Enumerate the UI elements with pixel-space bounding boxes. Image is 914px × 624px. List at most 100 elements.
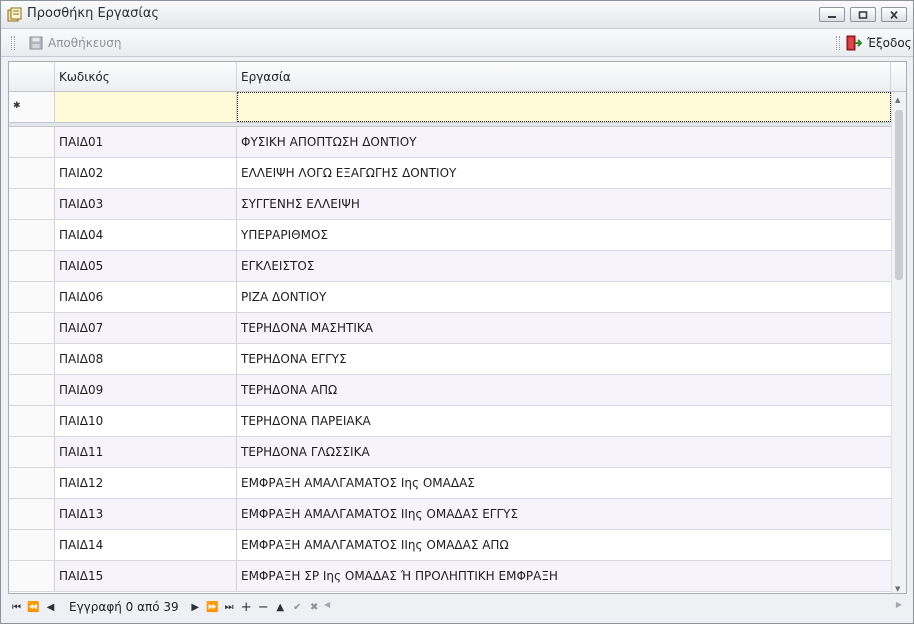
title-bar[interactable]: Προσθήκη Εργασίας bbox=[1, 1, 913, 29]
cell-code[interactable]: ΠΑΙΔ01 bbox=[55, 127, 237, 157]
cell-code[interactable]: ΠΑΙΔ15 bbox=[55, 561, 237, 591]
cell-code[interactable]: ΠΑΙΔ04 bbox=[55, 220, 237, 250]
edit-icon[interactable]: ▲ bbox=[272, 598, 289, 616]
cell-task[interactable]: ΦΥΣΙΚΗ ΑΠΟΠΤΩΣΗ ΔΟΝΤΙΟΥ bbox=[237, 127, 891, 157]
table-row[interactable]: ΠΑΙΔ07 ΤΕΡΗΔΟΝΑ ΜΑΣΗΤΙΚΑ bbox=[9, 313, 891, 344]
table-row[interactable]: ΠΑΙΔ01 ΦΥΣΙΚΗ ΑΠΟΠΤΩΣΗ ΔΟΝΤΙΟΥ bbox=[9, 127, 891, 158]
cell-task[interactable]: ΡΙΖΑ ΔΟΝΤΙΟΥ bbox=[237, 282, 891, 312]
row-indicator[interactable] bbox=[9, 406, 55, 436]
table-row[interactable]: ΠΑΙΔ06 ΡΙΖΑ ΔΟΝΤΙΟΥ bbox=[9, 282, 891, 313]
cell-code[interactable]: ΠΑΙΔ11 bbox=[55, 437, 237, 467]
row-indicator[interactable] bbox=[9, 313, 55, 343]
cell-code[interactable]: ΠΑΙΔ08 bbox=[55, 344, 237, 374]
new-row-indicator: ✱ bbox=[9, 92, 55, 122]
table-row[interactable]: ΠΑΙΔ08 ΤΕΡΗΔΟΝΑ ΕΓΓΥΣ bbox=[9, 344, 891, 375]
row-indicator[interactable] bbox=[9, 530, 55, 560]
cell-code[interactable]: ΠΑΙΔ02 bbox=[55, 158, 237, 188]
row-indicator[interactable] bbox=[9, 437, 55, 467]
toolbar-grip-right[interactable] bbox=[836, 36, 840, 50]
new-row-task-cell[interactable] bbox=[237, 92, 891, 122]
scroll-up-icon[interactable]: ▲ bbox=[895, 96, 900, 104]
scroll-right-icon[interactable]: ▶ bbox=[896, 600, 902, 609]
row-indicator[interactable] bbox=[9, 468, 55, 498]
prev-record-icon[interactable]: ◀ bbox=[42, 598, 59, 616]
table-row[interactable]: ΠΑΙΔ13 ΕΜΦΡΑΞΗ ΑΜΑΛΓΑΜΑΤΟΣ IIης ΟΜΑΔΑΣ ΕΓ… bbox=[9, 499, 891, 530]
cell-code[interactable]: ΠΑΙΔ10 bbox=[55, 406, 237, 436]
append-icon[interactable]: + bbox=[238, 598, 255, 616]
table-row[interactable]: ΠΑΙΔ14 ΕΜΦΡΑΞΗ ΑΜΑΛΓΑΜΑΤΟΣ IIης ΟΜΑΔΑΣ ΑΠ… bbox=[9, 530, 891, 561]
table-row[interactable]: ΠΑΙΔ04 ΥΠΕΡΑΡΙΘΜΟΣ bbox=[9, 220, 891, 251]
row-indicator[interactable] bbox=[9, 127, 55, 157]
save-label: Αποθήκευση bbox=[48, 36, 122, 50]
toolbar: Αποθήκευση Έξοδος bbox=[1, 29, 913, 57]
table-row[interactable]: ΠΑΙΔ10 ΤΕΡΗΔΟΝΑ ΠΑΡΕΙΑΚΑ bbox=[9, 406, 891, 437]
save-button[interactable]: Αποθήκευση bbox=[29, 34, 121, 52]
table-row[interactable]: ΠΑΙΔ09 ΤΕΡΗΔΟΝΑ ΑΠΩ bbox=[9, 375, 891, 406]
row-indicator[interactable] bbox=[9, 375, 55, 405]
cell-task[interactable]: ΕΛΛΕΙΨΗ ΛΟΓΩ ΕΞΑΓΩΓΗΣ ΔΟΝΤΙΟΥ bbox=[237, 158, 891, 188]
prev-page-icon[interactable]: ⏪ bbox=[25, 598, 42, 616]
maximize-icon bbox=[858, 10, 868, 19]
remove-icon[interactable]: − bbox=[255, 598, 272, 616]
cell-task[interactable]: ΕΜΦΡΑΞΗ ΣΡ Iης ΟΜΑΔΑΣ Ή ΠΡΟΛΗΠΤΙΚΗ ΕΜΦΡΑ… bbox=[237, 561, 891, 591]
cancel-edit-icon[interactable]: ✖ bbox=[306, 598, 323, 616]
cell-task[interactable]: ΕΜΦΡΑΞΗ ΑΜΑΛΓΑΜΑΤΟΣ IIης ΟΜΑΔΑΣ ΕΓΓΥΣ bbox=[237, 499, 891, 529]
table-row[interactable]: ΠΑΙΔ12 ΕΜΦΡΑΞΗ ΑΜΑΛΓΑΜΑΤΟΣ Iης ΟΜΑΔΑΣ bbox=[9, 468, 891, 499]
cell-task[interactable]: ΤΕΡΗΔΟΝΑ ΜΑΣΗΤΙΚΑ bbox=[237, 313, 891, 343]
cell-task[interactable]: ΤΕΡΗΔΟΝΑ ΑΠΩ bbox=[237, 375, 891, 405]
new-item-row[interactable]: ✱ bbox=[9, 92, 891, 123]
vertical-scrollbar[interactable]: ▲ ▼ bbox=[891, 92, 906, 593]
cell-task[interactable]: ΕΓΚΛΕΙΣΤΟΣ bbox=[237, 251, 891, 281]
cell-code[interactable]: ΠΑΙΔ03 bbox=[55, 189, 237, 219]
table-row[interactable]: ΠΑΙΔ03 ΣΥΓΓΕΝΗΣ ΕΛΛΕΙΨΗ bbox=[9, 189, 891, 220]
first-record-icon[interactable]: ⏮ bbox=[8, 598, 25, 616]
column-header-task[interactable]: Εργασία bbox=[237, 62, 891, 91]
row-indicator[interactable] bbox=[9, 251, 55, 281]
table-row[interactable]: ΠΑΙΔ02 ΕΛΛΕΙΨΗ ΛΟΓΩ ΕΞΑΓΩΓΗΣ ΔΟΝΤΙΟΥ bbox=[9, 158, 891, 189]
cell-code[interactable]: ΠΑΙΔ09 bbox=[55, 375, 237, 405]
dialog-window: Προσθήκη Εργασίας Αποθήκευση Έξοδος Κωδι… bbox=[0, 0, 914, 624]
cell-code[interactable]: ΠΑΙΔ14 bbox=[55, 530, 237, 560]
next-page-icon[interactable]: ⏩ bbox=[204, 598, 221, 616]
maximize-button[interactable] bbox=[850, 7, 876, 22]
cell-task[interactable]: ΤΕΡΗΔΟΝΑ ΓΛΩΣΣΙΚΑ bbox=[237, 437, 891, 467]
table-row[interactable]: ΠΑΙΔ05 ΕΓΚΛΕΙΣΤΟΣ bbox=[9, 251, 891, 282]
row-indicator[interactable] bbox=[9, 561, 55, 591]
horizontal-scrollbar[interactable]: ◀ ▶ bbox=[324, 600, 906, 614]
cell-task[interactable]: ΣΥΓΓΕΝΗΣ ΕΛΛΕΙΨΗ bbox=[237, 189, 891, 219]
cell-task[interactable]: ΕΜΦΡΑΞΗ ΑΜΑΛΓΑΜΑΤΟΣ Iης ΟΜΑΔΑΣ bbox=[237, 468, 891, 498]
cell-task[interactable]: ΤΕΡΗΔΟΝΑ ΕΓΓΥΣ bbox=[237, 344, 891, 374]
cell-code[interactable]: ΠΑΙΔ13 bbox=[55, 499, 237, 529]
row-indicator[interactable] bbox=[9, 189, 55, 219]
row-indicator[interactable] bbox=[9, 158, 55, 188]
scroll-left-icon[interactable]: ◀ bbox=[324, 600, 330, 609]
tasks-grid[interactable]: Κωδικός Εργασία ✱ ΠΑΙΔ01 ΦΥΣΙΚΗ ΑΠΟΠΤΩΣΗ … bbox=[8, 61, 907, 594]
table-row[interactable]: ΠΑΙΔ15 ΕΜΦΡΑΞΗ ΣΡ Iης ΟΜΑΔΑΣ Ή ΠΡΟΛΗΠΤΙΚΗ… bbox=[9, 561, 891, 592]
next-record-icon[interactable]: ▶ bbox=[187, 598, 204, 616]
cell-task[interactable]: ΥΠΕΡΑΡΙΘΜΟΣ bbox=[237, 220, 891, 250]
last-record-icon[interactable]: ⏭ bbox=[221, 598, 238, 616]
cell-task[interactable]: ΤΕΡΗΔΟΝΑ ΠΑΡΕΙΑΚΑ bbox=[237, 406, 891, 436]
cell-code[interactable]: ΠΑΙΔ07 bbox=[55, 313, 237, 343]
row-indicator[interactable] bbox=[9, 220, 55, 250]
cell-task[interactable]: ΕΜΦΡΑΞΗ ΑΜΑΛΓΑΜΑΤΟΣ IIης ΟΜΑΔΑΣ ΑΠΩ bbox=[237, 530, 891, 560]
row-indicator[interactable] bbox=[9, 282, 55, 312]
column-header-code[interactable]: Κωδικός bbox=[55, 62, 237, 91]
grid-header: Κωδικός Εργασία bbox=[9, 62, 906, 92]
scroll-thumb[interactable] bbox=[895, 110, 903, 280]
cell-code[interactable]: ΠΑΙΔ06 bbox=[55, 282, 237, 312]
new-row-code-cell[interactable] bbox=[55, 92, 237, 122]
scroll-down-icon[interactable]: ▼ bbox=[895, 585, 900, 593]
cell-code[interactable]: ΠΑΙΔ12 bbox=[55, 468, 237, 498]
close-button[interactable] bbox=[881, 7, 907, 22]
row-indicator[interactable] bbox=[9, 344, 55, 374]
data-navigator: ⏮ ⏪ ◀ Εγγραφή 0 από 39 ▶ ⏩ ⏭ + − ▲ ✔ ✖ ◀… bbox=[8, 597, 907, 617]
table-row[interactable]: ΠΑΙΔ11 ΤΕΡΗΔΟΝΑ ΓΛΩΣΣΙΚΑ bbox=[9, 437, 891, 468]
toolbar-grip[interactable] bbox=[11, 36, 15, 50]
row-indicator[interactable] bbox=[9, 499, 55, 529]
cell-code[interactable]: ΠΑΙΔ05 bbox=[55, 251, 237, 281]
minimize-button[interactable] bbox=[819, 7, 845, 22]
end-edit-icon[interactable]: ✔ bbox=[289, 598, 306, 616]
exit-button[interactable]: Έξοδος bbox=[846, 34, 912, 52]
header-indicator-cell[interactable] bbox=[9, 62, 55, 91]
